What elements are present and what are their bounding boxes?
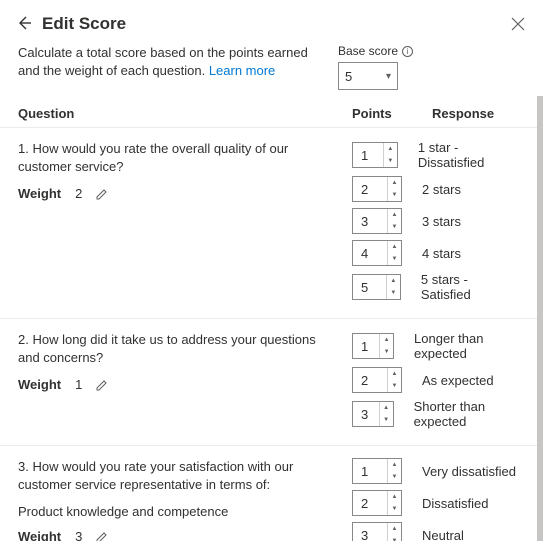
weight-row: Weight 2 [18,186,338,201]
spinner-up-icon[interactable]: ▲ [388,491,401,503]
option-row: 2▲▼ As expected [352,367,519,393]
points-spinner[interactable]: 1▲▼ [352,333,394,359]
response-text: Neutral [422,528,464,541]
spinner-down-icon[interactable]: ▼ [388,221,401,233]
spinner-down-icon[interactable]: ▼ [388,503,401,515]
pencil-icon[interactable] [96,188,108,200]
option-row: 3▲▼ Neutral [352,522,519,541]
spinner-down-icon[interactable]: ▼ [388,253,401,265]
base-score-label: Base score i [338,44,413,58]
column-points: Points [352,106,432,121]
pencil-icon[interactable] [96,379,108,391]
points-value: 1 [353,143,383,167]
learn-more-link[interactable]: Learn more [209,63,275,78]
points-value: 3 [353,402,379,426]
points-spinner[interactable]: 4▲▼ [352,240,402,266]
points-value: 3 [353,523,387,541]
spinner-down-icon[interactable]: ▼ [380,346,393,358]
question-block: 2. How long did it take us to address yo… [0,319,537,446]
spinner-up-icon[interactable]: ▲ [380,402,393,414]
points-value: 1 [353,459,387,483]
spinner-down-icon[interactable]: ▼ [388,189,401,201]
spinner-down-icon[interactable]: ▼ [388,380,401,392]
spinner-up-icon[interactable]: ▲ [387,275,400,287]
spinner-up-icon[interactable]: ▲ [380,334,393,346]
subsection-label: Product knowledge and competence [18,504,338,519]
weight-row: Weight 3 [18,529,338,541]
option-row: 1▲▼ Very dissatisfied [352,458,519,484]
spinner-down-icon[interactable]: ▼ [387,287,400,299]
description-text: Calculate a total score based on the poi… [18,44,318,80]
points-spinner[interactable]: 1▲▼ [352,458,402,484]
points-value: 3 [353,209,387,233]
points-value: 4 [353,241,387,265]
points-value: 2 [353,491,387,515]
response-text: 1 star - Dissatisfied [418,140,519,170]
option-row: 2▲▼ Dissatisfied [352,490,519,516]
option-row: 4▲▼ 4 stars [352,240,519,266]
base-score-select[interactable]: 5 ▾ [338,62,398,90]
points-spinner[interactable]: 2▲▼ [352,367,402,393]
option-row: 2▲▼ 2 stars [352,176,519,202]
points-value: 5 [353,275,386,299]
points-value: 1 [353,334,379,358]
weight-label: Weight [18,186,61,201]
question-text: 2. How long did it take us to address yo… [18,331,338,367]
weight-value: 1 [75,377,82,392]
response-text: Very dissatisfied [422,464,516,479]
spinner-up-icon[interactable]: ▲ [388,241,401,253]
weight-label: Weight [18,377,61,392]
spinner-up-icon[interactable]: ▲ [388,523,401,535]
question-block: 1. How would you rate the overall qualit… [0,128,537,319]
spinner-up-icon[interactable]: ▲ [388,368,401,380]
info-icon[interactable]: i [402,46,413,57]
points-value: 2 [353,177,387,201]
weight-label: Weight [18,529,61,541]
spinner-up-icon[interactable]: ▲ [388,177,401,189]
question-block: 3. How would you rate your satisfaction … [0,446,537,541]
chevron-down-icon: ▾ [386,71,391,82]
spinner-up-icon[interactable]: ▲ [384,143,397,155]
response-text: 5 stars - Satisfied [421,272,519,302]
spinner-down-icon[interactable]: ▼ [388,471,401,483]
response-text: Longer than expected [414,331,519,361]
points-spinner[interactable]: 3▲▼ [352,208,402,234]
spinner-down-icon[interactable]: ▼ [384,155,397,167]
pencil-icon[interactable] [96,531,108,541]
spinner-up-icon[interactable]: ▲ [388,459,401,471]
weight-value: 2 [75,186,82,201]
spinner-down-icon[interactable]: ▼ [388,535,401,541]
column-question: Question [18,106,352,121]
response-text: Shorter than expected [414,399,519,429]
response-text: 4 stars [422,246,461,261]
points-value: 2 [353,368,387,392]
response-text: 3 stars [422,214,461,229]
option-row: 3▲▼ 3 stars [352,208,519,234]
weight-row: Weight 1 [18,377,338,392]
close-icon[interactable] [511,17,525,31]
content-scroll: Question Points Response 1. How would yo… [0,96,543,541]
spinner-up-icon[interactable]: ▲ [388,209,401,221]
option-row: 5▲▼ 5 stars - Satisfied [352,272,519,302]
points-spinner[interactable]: 5▲▼ [352,274,401,300]
response-text: Dissatisfied [422,496,488,511]
points-spinner[interactable]: 2▲▼ [352,176,402,202]
back-arrow-icon[interactable] [16,15,34,33]
points-spinner[interactable]: 1▲▼ [352,142,398,168]
response-text: 2 stars [422,182,461,197]
points-spinner[interactable]: 3▲▼ [352,401,394,427]
question-text: 3. How would you rate your satisfaction … [18,458,338,494]
option-row: 1▲▼ 1 star - Dissatisfied [352,140,519,170]
column-response: Response [432,106,519,121]
option-row: 1▲▼ Longer than expected [352,331,519,361]
response-text: As expected [422,373,494,388]
weight-value: 3 [75,529,82,541]
points-spinner[interactable]: 2▲▼ [352,490,402,516]
option-row: 3▲▼ Shorter than expected [352,399,519,429]
points-spinner[interactable]: 3▲▼ [352,522,402,541]
spinner-down-icon[interactable]: ▼ [380,414,393,426]
question-text: 1. How would you rate the overall qualit… [18,140,338,176]
page-title: Edit Score [42,14,511,34]
